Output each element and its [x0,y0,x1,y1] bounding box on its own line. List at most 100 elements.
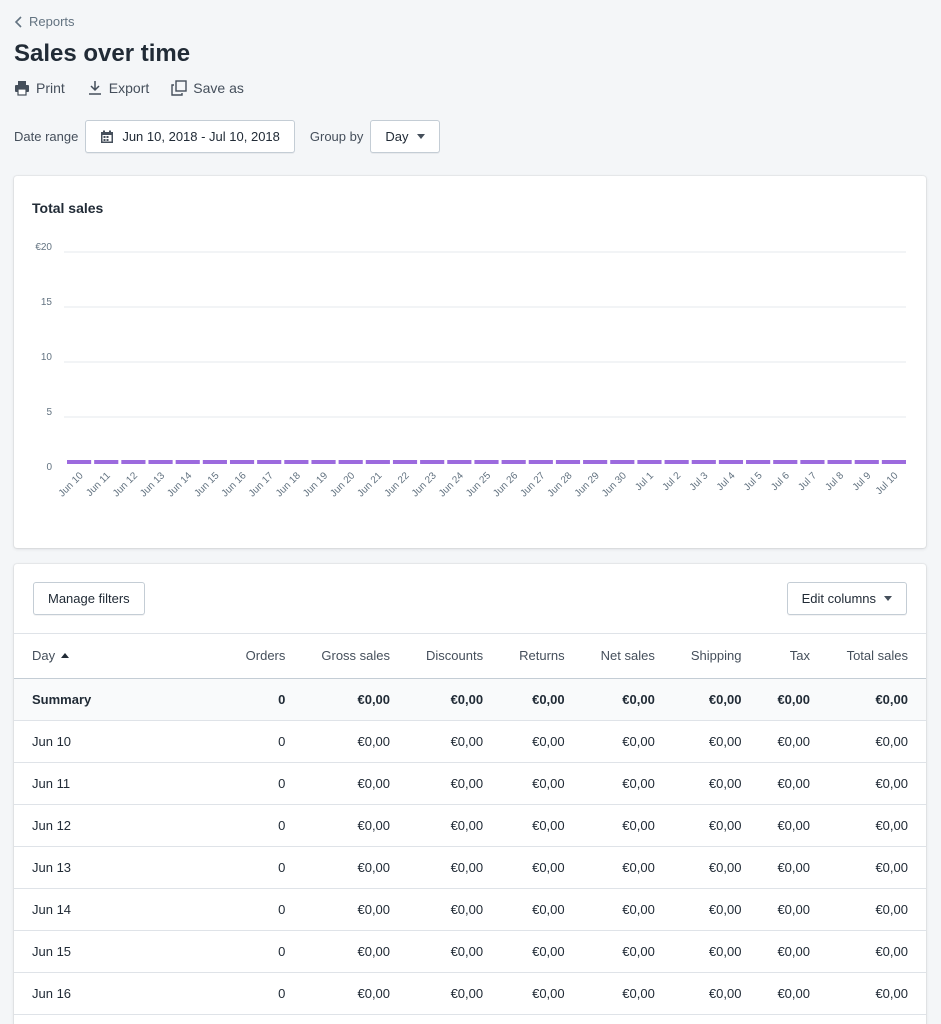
cell-shipping: €0,00 [672,678,760,721]
cell-returns: €0,00 [501,846,583,889]
cell-gross-sales: €0,00 [303,930,409,973]
breadcrumb-back-link[interactable]: Reports [14,14,75,29]
cell-total-sales: €0,00 [828,846,926,889]
report-filters: Date range Jun 10, 2018 - Jul 10, 2018 G… [14,120,440,153]
y-tick-label: €20 [35,242,52,253]
x-tick-label: Jun 30 [600,470,629,499]
x-tick-label: Jun 14 [165,470,194,499]
table-row: Jun 15 0 €0,00 €0,00 €0,00 €0,00 €0,00 €0,00 €0,… [14,930,926,973]
cell-gross-sales: €0,00 [303,678,409,721]
cell-tax: €0,00 [759,762,828,805]
column-label: Day [32,648,56,664]
export-label: Export [108,80,150,96]
cell-shipping: €0,00 [672,1014,760,1024]
cell-returns: €0,00 [501,804,583,847]
x-tick-label: Jul 10 [874,470,901,497]
cell-day: Jun 10 [14,720,214,763]
cell-shipping: €0,00 [672,888,760,931]
x-tick-label: Jun 15 [192,470,221,499]
cell-discounts: €0,00 [408,678,502,721]
page-title: Sales over time [14,40,191,67]
cell-orders: 0 [213,888,304,931]
cell-net-sales: €0,00 [582,678,673,721]
cell-discounts: €0,00 [408,762,502,805]
printer-icon [15,81,29,96]
chevron-left-icon [14,15,22,28]
column-header-returns[interactable]: Returns [501,634,583,679]
table-row: Jun 16 0 €0,00 €0,00 €0,00 €0,00 €0,00 €0,00 €0,… [14,972,926,1015]
cell-day: Jun 15 [14,930,214,973]
cell-orders: 0 [213,720,304,763]
x-tick-label: Jul 9 [851,470,874,493]
x-tick-label: Jul 4 [715,470,738,493]
print-button[interactable]: Print [14,80,65,96]
column-header-tax[interactable]: Tax [759,634,828,679]
cell-total-sales: €0,00 [828,678,926,721]
column-header-net-sales[interactable]: Net sales [582,634,673,679]
x-tick-label: Jun 28 [546,470,575,499]
y-tick-label: 0 [46,462,52,473]
export-button[interactable]: Export [87,80,149,96]
cell-day: Jun 13 [14,846,214,889]
cell-returns: €0,00 [501,720,583,763]
x-tick-label: Jun 20 [328,470,357,499]
column-header-shipping[interactable]: Shipping [672,634,760,679]
x-tick-label: Jul 5 [742,470,765,493]
group-by-select[interactable]: Day [370,120,440,153]
duplicate-icon [171,80,187,96]
calendar-icon [101,130,114,143]
table-row: Jun 10 0 €0,00 €0,00 €0,00 €0,00 €0,00 €0,00 €0,… [14,720,926,763]
cell-gross-sales: €0,00 [303,720,409,763]
manage-filters-button[interactable]: Manage filters [33,582,145,615]
cell-orders: 0 [213,678,304,721]
cell-net-sales: €0,00 [582,762,673,805]
edit-columns-button[interactable]: Edit columns [786,582,907,615]
date-range-picker[interactable]: Jun 10, 2018 - Jul 10, 2018 [85,120,295,153]
x-tick-label: Jun 22 [383,470,412,499]
column-header-day[interactable]: Day [14,634,214,679]
chart-card: Total sales €20 15 10 5 0 Jun 10 Jun 11 Jun 12 J… [14,176,926,548]
table-row: Jun 11 0 €0,00 €0,00 €0,00 €0,00 €0,00 €0,00 €0,… [14,762,926,805]
x-tick-label: Jul 2 [661,470,684,493]
cell-tax: €0,00 [759,930,828,973]
sales-table-card: Manage filters Edit columns Day Orders G… [14,564,926,1024]
table-toolbar: Manage filters Edit columns [14,564,926,634]
cell-shipping: €0,00 [672,720,760,763]
column-header-orders[interactable]: Orders [213,634,304,679]
table-row: Jun 170€0,00€0,00€0,00€0,00€0,00€0,00€0,… [14,1014,926,1024]
x-tick-label: Jun 23 [410,470,439,499]
column-header-total-sales[interactable]: Total sales [828,634,926,679]
caret-down-icon [884,596,892,601]
total-sales-chart: €20151050Jun 10Jun 11Jun 12Jun 13Jun 14J… [35,242,906,499]
x-tick-label: Jun 12 [111,470,140,499]
column-header-gross-sales[interactable]: Gross sales [303,634,409,679]
x-tick-label: Jun 29 [573,470,602,499]
cell-day: Jun 11 [14,762,214,805]
cell-orders: 0 [213,846,304,889]
cell-day: Jun 14 [14,888,214,931]
x-tick-label: Jun 18 [274,470,303,499]
cell-net-sales: €0,00 [582,930,673,973]
y-tick-label: 5 [46,407,52,418]
summary-row: Summary 0 €0,00 €0,00 €0,00 €0,00 €0,00 €0,00 €0… [14,678,926,721]
cell-shipping: €0,00 [672,804,760,847]
cell-returns: €0,00 [501,678,583,721]
cell-day: Summary [14,678,214,721]
cell-total-sales: €0,00 [828,930,926,973]
cell-orders: 0 [213,762,304,805]
download-icon [88,81,101,95]
save-as-button[interactable]: Save as [171,80,244,96]
cell-tax: €0,00 [759,678,828,721]
table-row: Jun 14 0 €0,00 €0,00 €0,00 €0,00 €0,00 €0,00 €0,… [14,888,926,931]
cell-tax: €0,00 [759,720,828,763]
cell-returns: €0,00 [501,1014,583,1024]
sales-table: Day Orders Gross sales Discounts Returns… [14,634,926,1024]
x-tick-label: Jun 27 [518,470,547,499]
cell-gross-sales: €0,00 [303,1014,409,1024]
cell-gross-sales: €0,00 [303,972,409,1015]
cell-day: Jun 12 [14,804,214,847]
column-header-discounts[interactable]: Discounts [408,634,502,679]
y-tick-label: 15 [41,297,53,308]
cell-returns: €0,00 [501,888,583,931]
x-tick-label: Jul 1 [633,470,656,493]
